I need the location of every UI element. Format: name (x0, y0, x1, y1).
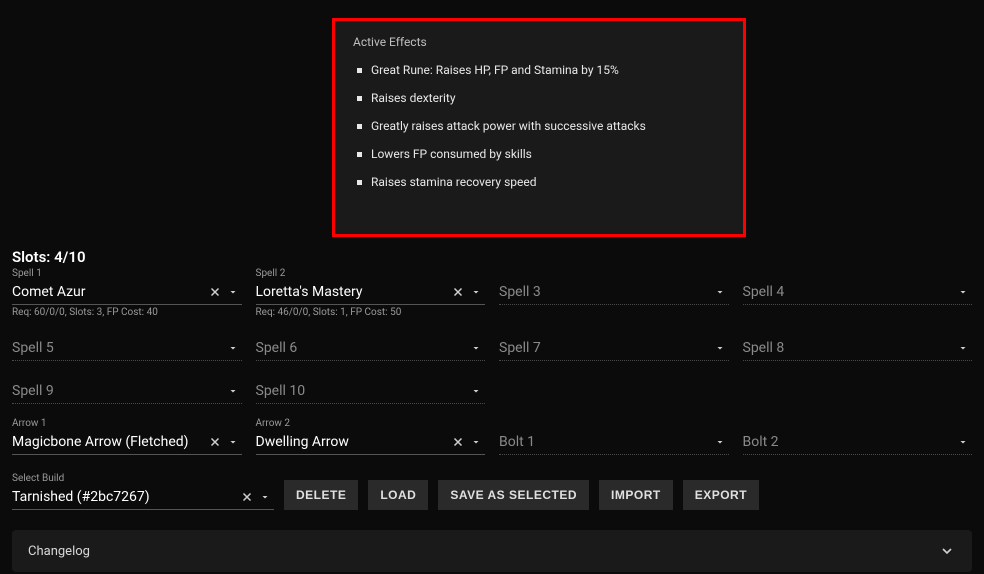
chevron-down-icon[interactable] (467, 283, 485, 301)
chevron-down-icon[interactable] (224, 339, 242, 357)
effect-item: Greatly raises attack power with success… (353, 119, 725, 133)
chevron-down-icon[interactable] (467, 339, 485, 357)
load-button[interactable]: LOAD (368, 480, 428, 510)
ammo-select[interactable]: Bolt 2 (743, 429, 973, 455)
effect-item: Raises stamina recovery speed (353, 175, 725, 189)
spell-value: Spell 6 (256, 340, 468, 356)
close-icon[interactable] (206, 283, 224, 301)
ammo-cell: Bolt 1 (499, 418, 729, 455)
spell-cell: Spell 10 (256, 367, 486, 404)
spell-cell: Spell 6 (256, 324, 486, 361)
slots-header: Slots: 4/10 (12, 248, 972, 266)
spell-select[interactable]: Spell 3 (499, 279, 729, 305)
ammo-value: Dwelling Arrow (256, 434, 450, 450)
spell-cell: Spell 8 (743, 324, 973, 361)
spell-label: Spell 2 (256, 268, 486, 279)
spell-cell: Spell 1 Comet Azur Req: 60/0/0, Slots: 3, … (12, 268, 242, 318)
chevron-down-icon[interactable] (711, 283, 729, 301)
spell-grid: Spell 1 Comet Azur Req: 60/0/0, Slots: 3, … (12, 268, 972, 404)
spell-cell: Spell 5 (12, 324, 242, 361)
active-effects-title: Active Effects (353, 35, 725, 49)
import-button[interactable]: IMPORT (599, 480, 673, 510)
spell-select[interactable]: Spell 6 (256, 335, 486, 361)
spell-select[interactable]: Spell 10 (256, 378, 486, 404)
ammo-select[interactable]: Dwelling Arrow (256, 429, 486, 455)
spell-select[interactable]: Spell 5 (12, 335, 242, 361)
arrow-grid: Arrow 1 Magicbone Arrow (Fletched) Arrow 2… (12, 418, 972, 455)
spell-value: Spell 4 (743, 284, 955, 300)
ammo-cell: Bolt 2 (743, 418, 973, 455)
spell-label: Spell 1 (12, 268, 242, 279)
changelog-label: Changelog (28, 544, 90, 559)
chevron-down-icon[interactable] (467, 382, 485, 400)
spell-value: Spell 3 (499, 284, 711, 300)
export-button[interactable]: EXPORT (683, 480, 759, 510)
spell-select[interactable]: Spell 8 (743, 335, 973, 361)
spell-select[interactable]: Spell 7 (499, 335, 729, 361)
chevron-down-icon[interactable] (711, 433, 729, 451)
close-icon[interactable] (238, 488, 256, 506)
ammo-label: Arrow 2 (256, 418, 486, 429)
spell-value: Spell 7 (499, 340, 711, 356)
ammo-value: Magicbone Arrow (Fletched) (12, 434, 206, 450)
ammo-select[interactable]: Magicbone Arrow (Fletched) (12, 429, 242, 455)
spell-cell: Spell 7 (499, 324, 729, 361)
effect-item: Raises dexterity (353, 91, 725, 105)
close-icon[interactable] (449, 283, 467, 301)
active-effects-panel: Active Effects Great Rune: Raises HP, FP… (332, 18, 746, 237)
ammo-value: Bolt 1 (499, 434, 711, 450)
close-icon[interactable] (206, 433, 224, 451)
chevron-down-icon[interactable] (224, 433, 242, 451)
chevron-down-icon[interactable] (954, 433, 972, 451)
active-effects-list: Great Rune: Raises HP, FP and Stamina by… (353, 63, 725, 189)
delete-button[interactable]: DELETE (284, 480, 358, 510)
spell-value: Spell 5 (12, 340, 224, 356)
spell-req: Req: 46/0/0, Slots: 1, FP Cost: 50 (256, 307, 486, 318)
build-value: Tarnished (#2bc7267) (12, 489, 238, 505)
chevron-down-icon (938, 542, 956, 560)
spell-value: Spell 9 (12, 383, 224, 399)
ammo-label: Arrow 1 (12, 418, 242, 429)
spell-value: Spell 10 (256, 383, 468, 399)
spell-select[interactable]: Spell 9 (12, 378, 242, 404)
spell-req: Req: 60/0/0, Slots: 3, FP Cost: 40 (12, 307, 242, 318)
chevron-down-icon[interactable] (256, 488, 274, 506)
spell-select[interactable]: Spell 4 (743, 279, 973, 305)
spell-cell: Spell 3 (499, 268, 729, 318)
spell-select[interactable]: Comet Azur (12, 279, 242, 305)
close-icon[interactable] (449, 433, 467, 451)
chevron-down-icon[interactable] (224, 382, 242, 400)
spell-select[interactable]: Loretta's Mastery (256, 279, 486, 305)
chevron-down-icon[interactable] (954, 283, 972, 301)
ammo-value: Bolt 2 (743, 434, 955, 450)
spell-cell: Spell 4 (743, 268, 973, 318)
ammo-cell: Arrow 1 Magicbone Arrow (Fletched) (12, 418, 242, 455)
chevron-down-icon[interactable] (711, 339, 729, 357)
chevron-down-icon[interactable] (954, 339, 972, 357)
chevron-down-icon[interactable] (224, 283, 242, 301)
save-as-selected-button[interactable]: SAVE AS SELECTED (438, 480, 589, 510)
ammo-cell: Arrow 2 Dwelling Arrow (256, 418, 486, 455)
spell-cell: Spell 2 Loretta's Mastery Req: 46/0/0, Slo… (256, 268, 486, 318)
build-select[interactable]: Tarnished (#2bc7267) (12, 484, 274, 510)
ammo-select[interactable]: Bolt 1 (499, 429, 729, 455)
spell-value: Comet Azur (12, 284, 206, 300)
effect-item: Lowers FP consumed by skills (353, 147, 725, 161)
spell-value: Loretta's Mastery (256, 284, 450, 300)
spell-value: Spell 8 (743, 340, 955, 356)
chevron-down-icon[interactable] (467, 433, 485, 451)
changelog-expander[interactable]: Changelog (12, 530, 972, 572)
build-label: Select Build (12, 473, 274, 484)
spell-cell: Spell 9 (12, 367, 242, 404)
effect-item: Great Rune: Raises HP, FP and Stamina by… (353, 63, 725, 77)
